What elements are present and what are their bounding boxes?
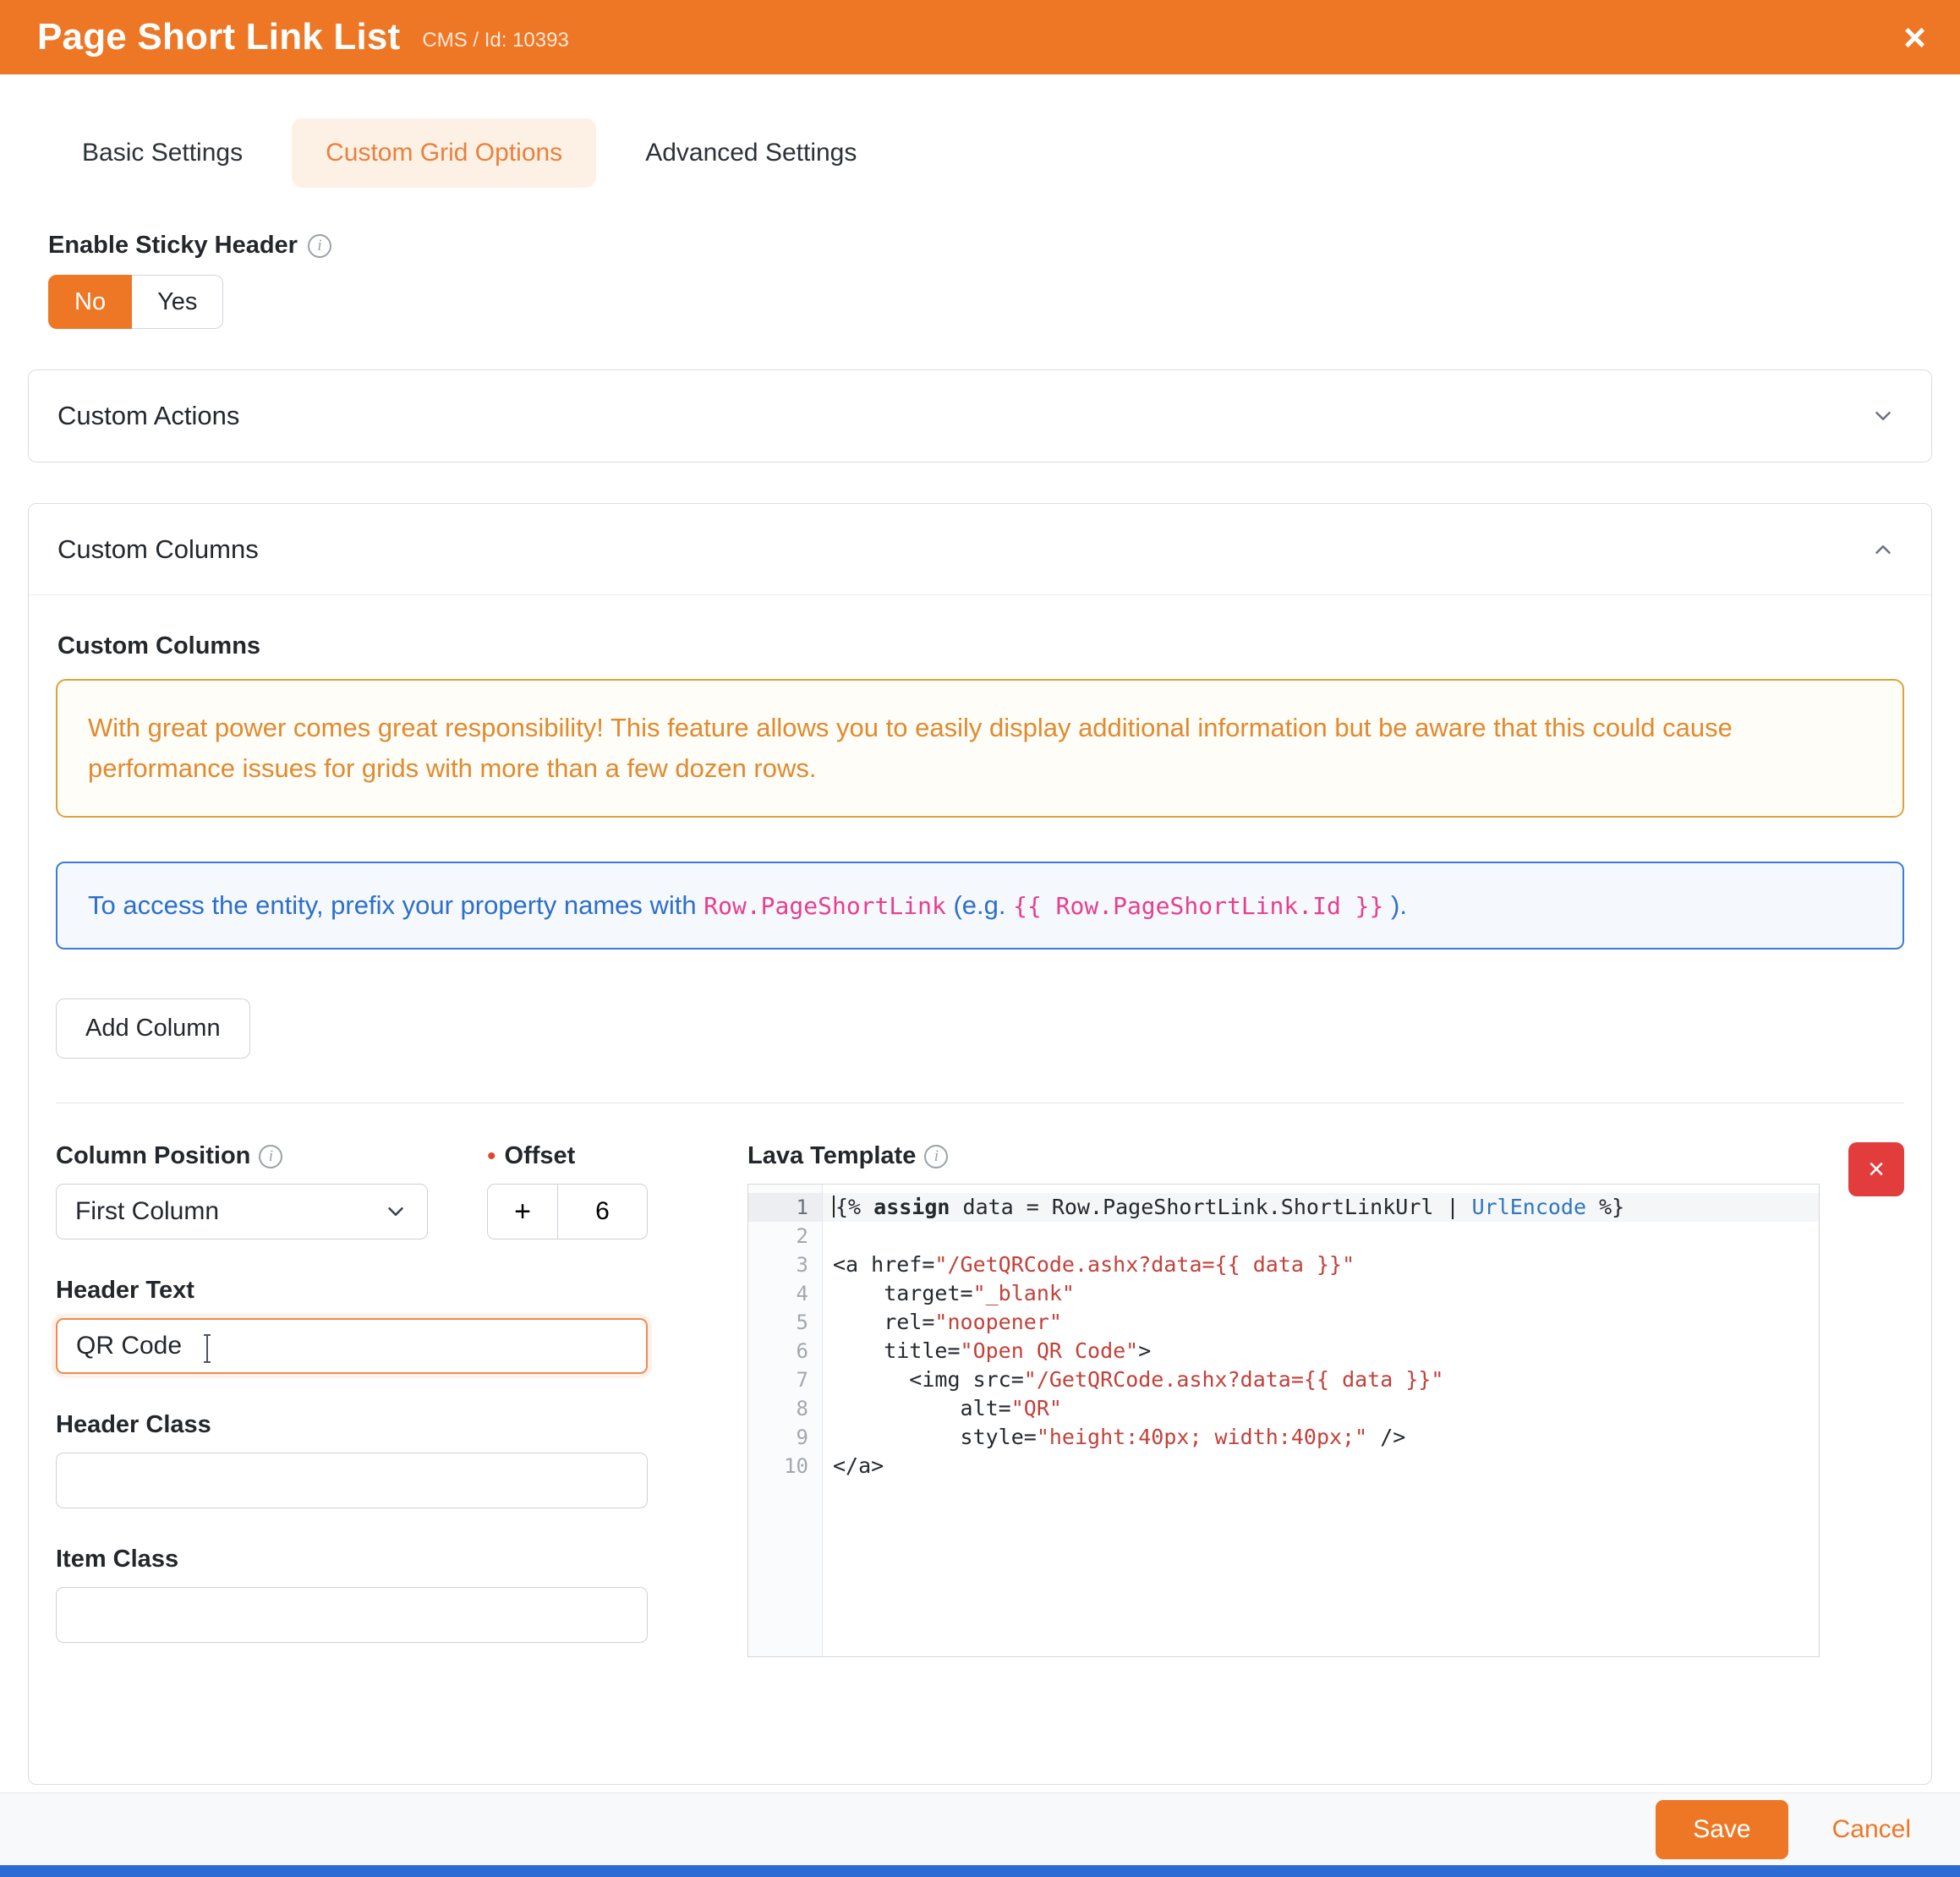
item-class-input[interactable] bbox=[56, 1587, 648, 1643]
lava-template-editor[interactable]: 12345678910 {% assign data = Row.PageSho… bbox=[747, 1184, 1820, 1657]
header-text-label: Header Text bbox=[56, 1277, 194, 1305]
chevron-down-icon bbox=[383, 1199, 408, 1224]
cancel-button[interactable]: Cancel bbox=[1832, 1815, 1911, 1844]
info-text-before: To access the entity, prefix your proper… bbox=[88, 890, 704, 920]
info-code-example: {{ Row.PageShortLink.Id }} bbox=[1013, 892, 1383, 920]
tab-bar: Basic Settings Custom Grid Options Advan… bbox=[48, 118, 1932, 188]
header-text-input[interactable] bbox=[56, 1318, 648, 1374]
save-button[interactable]: Save bbox=[1656, 1800, 1788, 1859]
warning-box: With great power comes great responsibil… bbox=[56, 679, 1904, 818]
sticky-header-no-button[interactable]: No bbox=[48, 275, 132, 329]
offset-stepper: + bbox=[487, 1184, 648, 1239]
chevron-up-icon bbox=[1870, 537, 1896, 562]
required-indicator: • bbox=[487, 1144, 496, 1169]
modal-footer: Save Cancel bbox=[0, 1792, 1960, 1865]
sticky-header-toggle: No Yes bbox=[48, 275, 1932, 329]
info-icon[interactable]: i bbox=[308, 234, 331, 258]
column-position-select[interactable]: First Column bbox=[56, 1184, 428, 1239]
info-box: To access the entity, prefix your proper… bbox=[56, 862, 1904, 949]
info-icon[interactable]: i bbox=[259, 1145, 282, 1168]
editor-gutter: 12345678910 bbox=[748, 1185, 823, 1656]
header-class-input[interactable] bbox=[56, 1453, 648, 1508]
sticky-header-label: Enable Sticky Header bbox=[48, 232, 298, 260]
info-text-mid: (e.g. bbox=[946, 890, 1013, 920]
offset-input[interactable] bbox=[558, 1184, 648, 1239]
custom-columns-panel-header[interactable]: Custom Columns bbox=[29, 504, 1931, 595]
item-class-label: Item Class bbox=[56, 1546, 178, 1573]
tab-advanced-settings[interactable]: Advanced Settings bbox=[611, 118, 890, 188]
info-icon[interactable]: i bbox=[924, 1145, 948, 1168]
page-subtitle: CMS / Id: 10393 bbox=[422, 29, 568, 52]
lava-template-label: Lava Template bbox=[747, 1142, 916, 1170]
chevron-down-icon bbox=[1870, 403, 1896, 429]
custom-columns-panel-body: Custom Columns With great power comes gr… bbox=[29, 595, 1931, 1784]
offset-label: Offset bbox=[505, 1142, 576, 1170]
column-editor-row: Column Position i First Column bbox=[56, 1142, 1904, 1657]
editor-code-lines: {% assign data = Row.PageShortLink.Short… bbox=[823, 1185, 1819, 1656]
tab-basic-settings[interactable]: Basic Settings bbox=[48, 118, 276, 188]
offset-increment-button[interactable]: + bbox=[487, 1184, 558, 1239]
modal-header: Page Short Link List CMS / Id: 10393 × bbox=[0, 0, 1960, 74]
custom-columns-panel: Custom Columns Custom Columns With great… bbox=[28, 503, 1932, 1785]
close-icon[interactable]: × bbox=[1903, 18, 1926, 57]
add-column-button[interactable]: Add Column bbox=[56, 999, 250, 1059]
custom-actions-title: Custom Actions bbox=[57, 401, 239, 431]
info-text-after: ). bbox=[1383, 890, 1407, 920]
tab-custom-grid-options[interactable]: Custom Grid Options bbox=[292, 118, 596, 188]
bottom-accent-bar bbox=[0, 1865, 1960, 1877]
column-position-value: First Column bbox=[75, 1197, 219, 1226]
page-title: Page Short Link List bbox=[37, 16, 400, 58]
custom-actions-panel: Custom Actions bbox=[28, 369, 1932, 462]
sticky-header-yes-button[interactable]: Yes bbox=[132, 275, 223, 329]
header-class-label: Header Class bbox=[56, 1411, 211, 1439]
custom-columns-title: Custom Columns bbox=[57, 534, 259, 565]
info-code-entity: Row.PageShortLink bbox=[704, 892, 946, 920]
delete-column-button[interactable]: × bbox=[1848, 1142, 1904, 1196]
custom-columns-section-label: Custom Columns bbox=[57, 632, 1904, 660]
column-position-label: Column Position bbox=[56, 1142, 250, 1170]
custom-actions-panel-header[interactable]: Custom Actions bbox=[29, 370, 1931, 462]
